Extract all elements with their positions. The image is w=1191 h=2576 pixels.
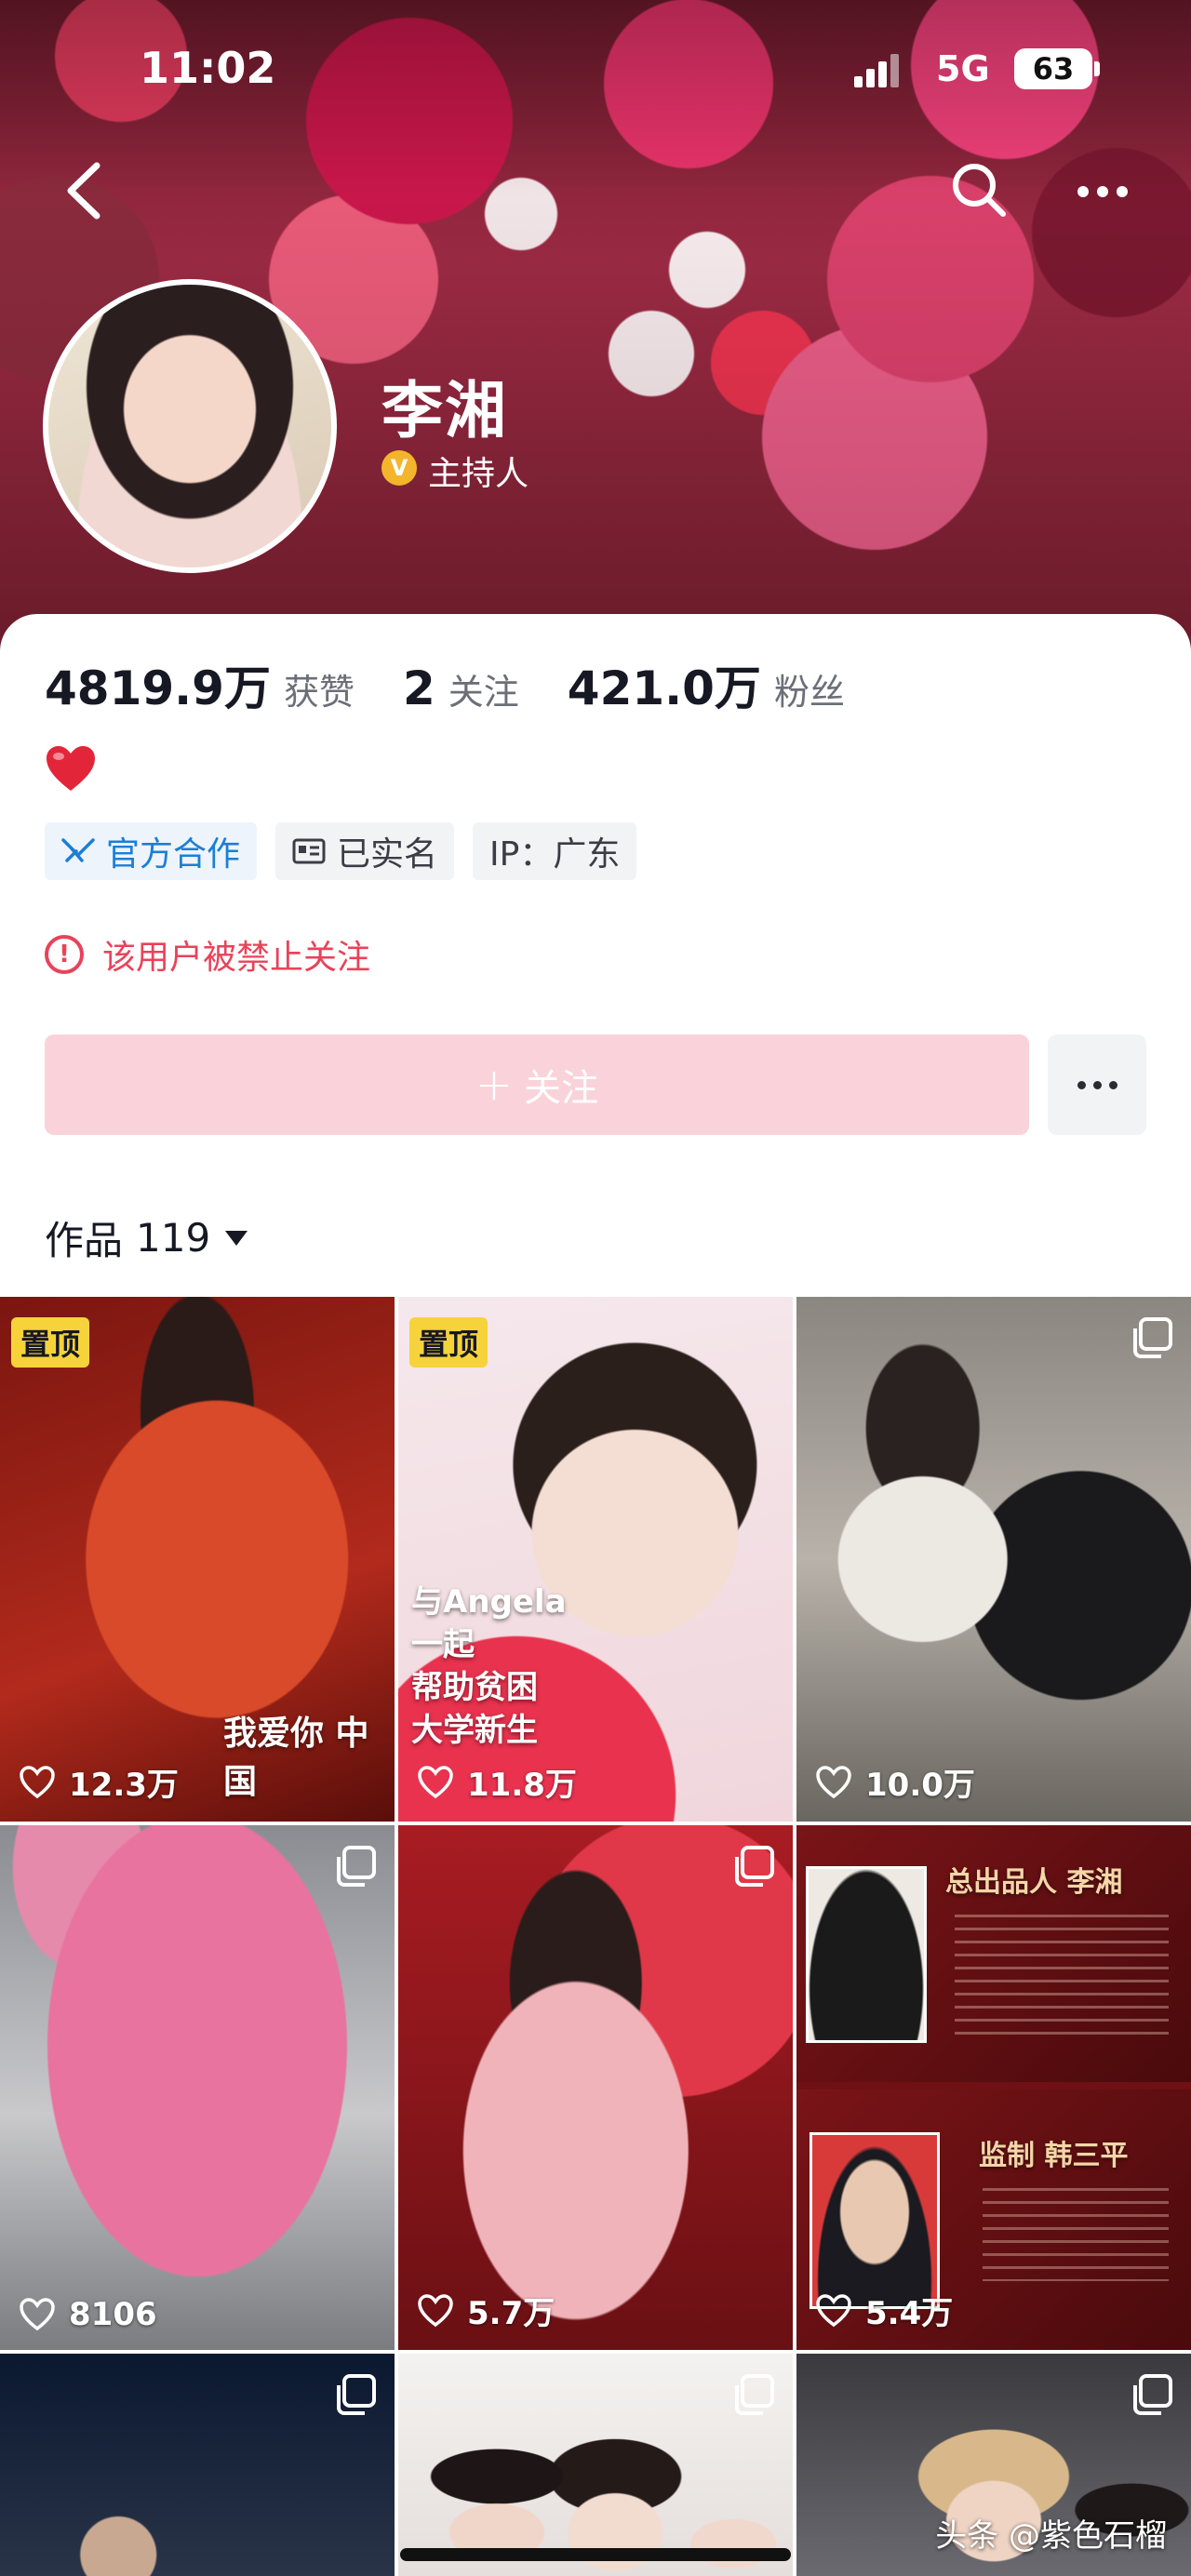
video-tile[interactable] [0, 2354, 395, 2576]
works-tab[interactable]: 作品 119 [45, 1209, 248, 1266]
multi-image-icon [735, 1846, 774, 1887]
plus-icon: + [475, 1059, 514, 1111]
multi-image-icon [1133, 2374, 1172, 2415]
profile-stats: 4819.9万 获赞 2 关注 421.0万 粉丝 [45, 651, 893, 718]
watermark: 头条 @紫色石榴 [935, 2517, 1167, 2555]
producer-credit: 总出品人 李湘 [945, 1866, 1123, 1899]
heart-icon [47, 746, 95, 791]
heart-outline-icon [816, 1765, 851, 1798]
video-overlay-line: 与Angela [411, 1583, 567, 1621]
heart-outline-icon [20, 1765, 55, 1798]
home-indicator [400, 2548, 791, 2561]
video-likes-count: 12.3万 [69, 1767, 179, 1804]
pinned-badge: 置顶 [409, 1317, 488, 1368]
works-label: 作品 [45, 1218, 124, 1263]
video-tile[interactable] [398, 2354, 793, 2576]
heart-outline-icon [20, 2298, 55, 2331]
more-options-icon[interactable] [1070, 167, 1135, 214]
video-likes-count: 10.0万 [865, 1767, 975, 1804]
video-overlay-line: 大学新生 [411, 1712, 538, 1749]
followers-count[interactable]: 421.0万 [568, 651, 761, 718]
heart-outline-icon [816, 2293, 851, 2327]
back-arrow-icon[interactable] [58, 158, 114, 223]
avatar[interactable] [43, 279, 337, 573]
video-likes-count: 5.4万 [865, 2295, 954, 2332]
video-tile[interactable]: 置顶 我爱你 中国 12.3万 [0, 1297, 395, 1822]
follow-button[interactable]: + 关注 [45, 1034, 1029, 1135]
video-likes: 10.0万 [815, 1759, 975, 1805]
id-card-icon [292, 838, 326, 864]
video-likes: 5.4万 [815, 2288, 953, 2333]
video-tile[interactable]: 10.0万 [796, 1297, 1191, 1822]
video-likes: 5.7万 [417, 2288, 555, 2333]
supervisor-credit: 监制 韩三平 [979, 2140, 1129, 2172]
likes-label[interactable]: 获赞 [284, 663, 355, 714]
video-likes: 12.3万 [19, 1759, 179, 1805]
multi-image-icon [337, 1846, 376, 1887]
network-label: 5G [936, 48, 990, 89]
works-count: 119 [136, 1215, 211, 1261]
official-cooperation-tag[interactable]: 官方合作 [45, 822, 258, 880]
video-likes: 8106 [19, 2296, 157, 2333]
more-actions-button[interactable] [1048, 1034, 1146, 1135]
warning-icon: ! [45, 935, 84, 974]
battery-icon: 63 [1014, 48, 1092, 89]
ban-notice: ! 该用户被禁止关注 [45, 930, 370, 979]
following-label[interactable]: 关注 [448, 663, 519, 714]
ip-location-tag: IP：广东 [473, 822, 637, 880]
video-overlay-text: 我爱你 中国 [223, 1715, 369, 1801]
pinned-badge: 置顶 [11, 1317, 90, 1368]
followers-label[interactable]: 粉丝 [774, 663, 845, 714]
video-tile[interactable]: 总出品人 李湘 监制 韩三平 5.4万 [796, 1825, 1191, 2350]
search-icon[interactable] [949, 160, 1009, 220]
profile-role: 主持人 [428, 455, 529, 493]
likes-count[interactable]: 4819.9万 [45, 651, 271, 718]
real-name-label: 已实名 [337, 835, 438, 874]
official-cooperation-label: 官方合作 [106, 835, 241, 874]
ban-notice-text: 该用户被禁止关注 [102, 939, 371, 977]
battery-tip [1094, 61, 1100, 76]
profile-tags: 官方合作 已实名 IP：广东 [45, 822, 637, 880]
video-overlay-line: 帮助贫困 [411, 1669, 538, 1706]
video-likes: 11.8万 [417, 1759, 577, 1805]
dropdown-arrow-icon [225, 1230, 248, 1246]
status-time: 11:02 [140, 43, 276, 93]
video-likes-count: 5.7万 [467, 2295, 555, 2332]
multi-image-icon [735, 2374, 774, 2415]
follow-label: 关注 [524, 1067, 599, 1110]
real-name-tag[interactable]: 已实名 [275, 822, 455, 880]
verified-badge-icon: V [381, 450, 417, 486]
video-tile[interactable]: 8106 [0, 1825, 395, 2350]
multi-image-icon [337, 2374, 376, 2415]
profile-name: 李湘 [381, 375, 508, 447]
heart-outline-icon [418, 2293, 453, 2327]
handshake-icon [61, 838, 95, 862]
video-overlay-line: 一起 [411, 1626, 475, 1663]
multi-image-icon [1133, 1317, 1172, 1358]
ip-location-label: IP：广东 [489, 835, 621, 874]
signal-icon [854, 54, 899, 87]
video-tile[interactable]: 置顶 与Angela 一起 帮助贫困 大学新生 11.8万 [398, 1297, 793, 1822]
following-count[interactable]: 2 [403, 661, 435, 715]
video-tile[interactable]: 5.7万 [398, 1825, 793, 2350]
video-likes-count: 8106 [69, 2296, 157, 2333]
status-bar: 11:02 5G 63 [0, 37, 1191, 102]
heart-outline-icon [418, 1765, 453, 1798]
video-likes-count: 11.8万 [467, 1767, 577, 1804]
